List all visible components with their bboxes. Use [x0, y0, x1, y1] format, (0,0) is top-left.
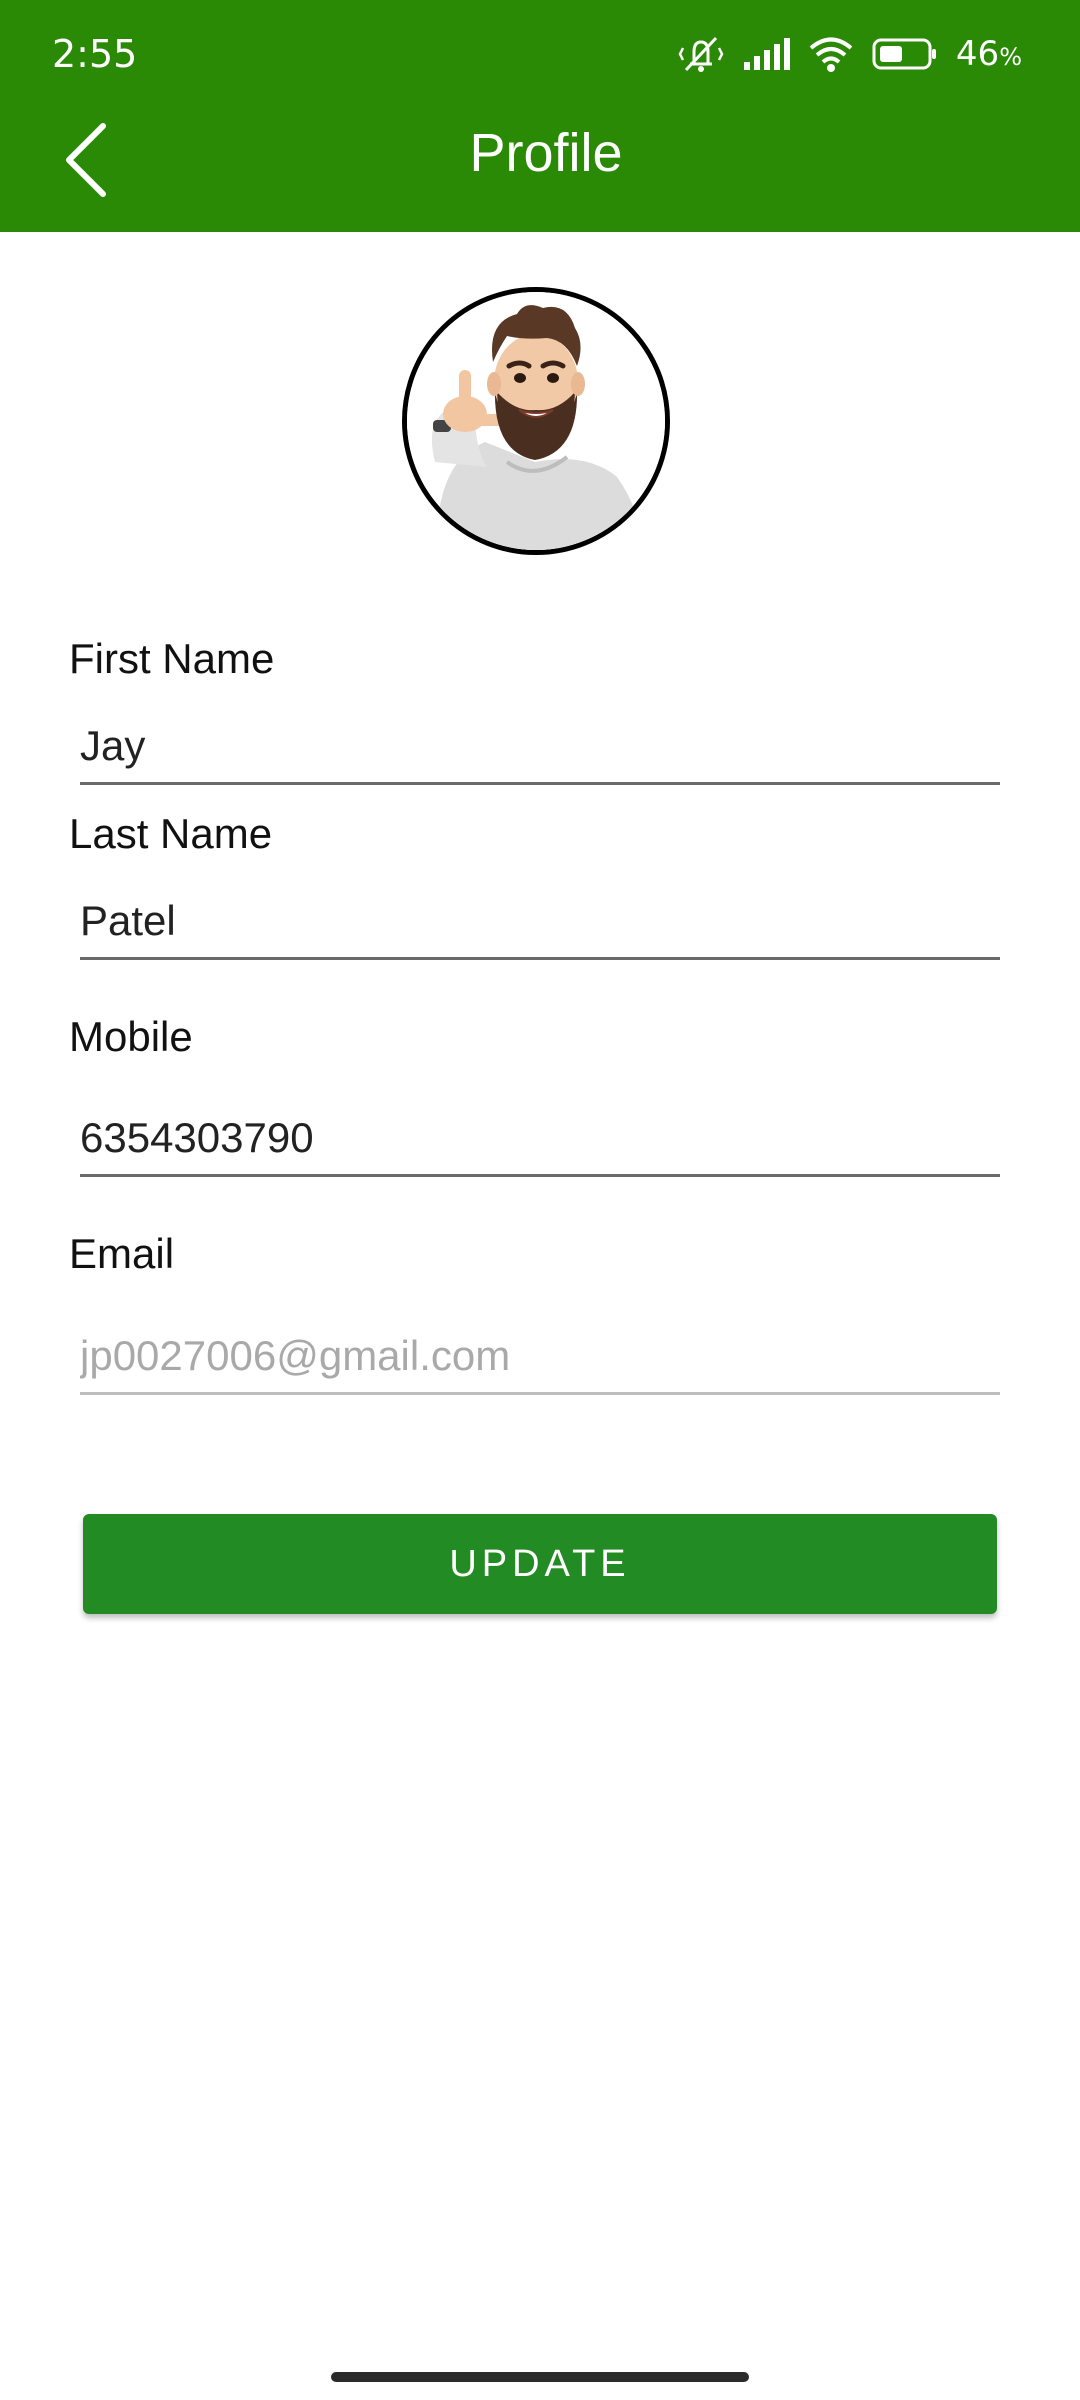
home-indicator: [331, 2372, 749, 2382]
mute-vibrate-icon: [678, 34, 724, 74]
avatar[interactable]: [402, 287, 670, 555]
app-bar: 2:55 46% Profile: [0, 0, 1080, 232]
email-label: Email: [69, 1230, 175, 1277]
first-name-label: First Name: [69, 635, 275, 682]
battery-icon: [872, 37, 938, 71]
email-field: [80, 1320, 1000, 1395]
memoji-avatar: [407, 292, 665, 550]
last-name-label: Last Name: [69, 810, 273, 857]
mobile-field[interactable]: [80, 1102, 1000, 1177]
signal-icon: [742, 36, 790, 72]
wifi-icon: [808, 35, 854, 73]
mobile-label: Mobile: [69, 1013, 193, 1060]
status-icons: 46%: [678, 30, 1022, 78]
status-time: 2:55: [52, 32, 138, 76]
battery-percent: 46%: [955, 34, 1022, 74]
page-title: Profile: [469, 123, 623, 183]
first-name-field[interactable]: [80, 710, 1000, 785]
last-name-field[interactable]: [80, 885, 1000, 960]
update-button[interactable]: UPDATE: [83, 1514, 997, 1614]
